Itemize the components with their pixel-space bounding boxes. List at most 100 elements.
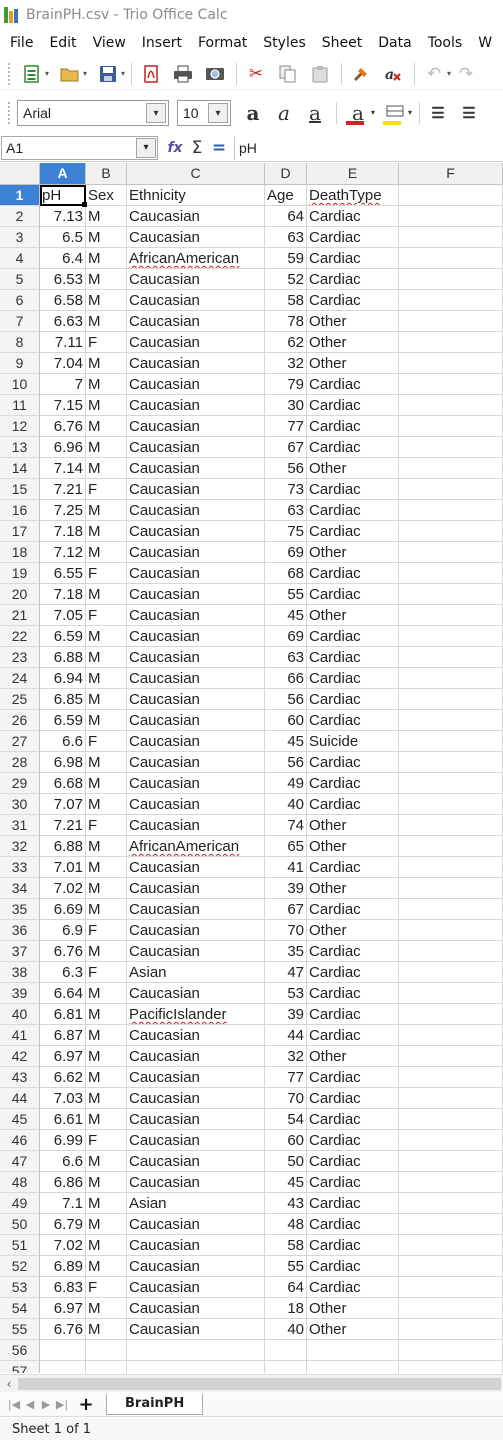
cell-d56[interactable]: [265, 1340, 307, 1361]
cell-a15[interactable]: 7.21: [40, 479, 86, 500]
cell-c41[interactable]: Caucasian: [127, 1025, 265, 1046]
cell-d11[interactable]: 30: [265, 395, 307, 416]
row-header[interactable]: 10: [0, 374, 40, 395]
cell-f36[interactable]: [399, 920, 503, 941]
cell-f15[interactable]: [399, 479, 503, 500]
row-header[interactable]: 55: [0, 1319, 40, 1340]
cell-d23[interactable]: 63: [265, 647, 307, 668]
cell-c47[interactable]: Caucasian: [127, 1151, 265, 1172]
cell-b54[interactable]: M: [86, 1298, 127, 1319]
cell-d12[interactable]: 77: [265, 416, 307, 437]
cell-c16[interactable]: Caucasian: [127, 500, 265, 521]
cell-a3[interactable]: 6.5: [40, 227, 86, 248]
cell-a22[interactable]: 6.59: [40, 626, 86, 647]
cell-c1[interactable]: Ethnicity: [127, 185, 265, 206]
cell-b23[interactable]: M: [86, 647, 127, 668]
row-header[interactable]: 32: [0, 836, 40, 857]
cell-d25[interactable]: 56: [265, 689, 307, 710]
cell-d37[interactable]: 35: [265, 941, 307, 962]
row-header[interactable]: 21: [0, 605, 40, 626]
cell-c26[interactable]: Caucasian: [127, 710, 265, 731]
cell-a47[interactable]: 6.6: [40, 1151, 86, 1172]
row-header[interactable]: 39: [0, 983, 40, 1004]
formula-equals-icon[interactable]: =: [208, 138, 230, 158]
cell-f12[interactable]: [399, 416, 503, 437]
cell-f52[interactable]: [399, 1256, 503, 1277]
cell-c2[interactable]: Caucasian: [127, 206, 265, 227]
cell-b20[interactable]: M: [86, 584, 127, 605]
cell-a13[interactable]: 6.96: [40, 437, 86, 458]
cell-a29[interactable]: 6.68: [40, 773, 86, 794]
cell-e48[interactable]: Cardiac: [307, 1172, 399, 1193]
cell-c56[interactable]: [127, 1340, 265, 1361]
row-header[interactable]: 6: [0, 290, 40, 311]
row-header[interactable]: 1: [0, 185, 40, 206]
cell-a33[interactable]: 7.01: [40, 857, 86, 878]
cell-f3[interactable]: [399, 227, 503, 248]
cell-b43[interactable]: M: [86, 1067, 127, 1088]
row-header[interactable]: 33: [0, 857, 40, 878]
cell-e10[interactable]: Cardiac: [307, 374, 399, 395]
cell-b49[interactable]: M: [86, 1193, 127, 1214]
cell-d36[interactable]: 70: [265, 920, 307, 941]
cell-b26[interactable]: M: [86, 710, 127, 731]
cell-e29[interactable]: Cardiac: [307, 773, 399, 794]
cell-f24[interactable]: [399, 668, 503, 689]
italic-icon[interactable]: a: [270, 100, 298, 126]
undo-icon[interactable]: ↶ ▾: [419, 61, 451, 87]
font-name-combobox[interactable]: Arial ▾: [17, 100, 169, 126]
cell-c35[interactable]: Caucasian: [127, 899, 265, 920]
cell-f54[interactable]: [399, 1298, 503, 1319]
cell-d57[interactable]: [265, 1361, 307, 1373]
cell-c51[interactable]: Caucasian: [127, 1235, 265, 1256]
cell-a37[interactable]: 6.76: [40, 941, 86, 962]
cell-f41[interactable]: [399, 1025, 503, 1046]
cell-f30[interactable]: [399, 794, 503, 815]
name-box[interactable]: A1 ▾: [1, 135, 158, 160]
cell-d48[interactable]: 45: [265, 1172, 307, 1193]
cell-d14[interactable]: 56: [265, 458, 307, 479]
row-header[interactable]: 40: [0, 1004, 40, 1025]
cell-b32[interactable]: M: [86, 836, 127, 857]
row-header[interactable]: 16: [0, 500, 40, 521]
cell-f56[interactable]: [399, 1340, 503, 1361]
cell-c49[interactable]: Asian: [127, 1193, 265, 1214]
cell-f27[interactable]: [399, 731, 503, 752]
cell-c46[interactable]: Caucasian: [127, 1130, 265, 1151]
redo-icon[interactable]: ↷: [451, 61, 481, 87]
cell-d19[interactable]: 68: [265, 563, 307, 584]
cell-d39[interactable]: 53: [265, 983, 307, 1004]
cell-a4[interactable]: 6.4: [40, 248, 86, 269]
cell-e18[interactable]: Other: [307, 542, 399, 563]
cell-f48[interactable]: [399, 1172, 503, 1193]
cell-a56[interactable]: [40, 1340, 86, 1361]
background-color-icon[interactable]: ▾: [378, 100, 412, 126]
cell-a52[interactable]: 6.89: [40, 1256, 86, 1277]
cell-a39[interactable]: 6.64: [40, 983, 86, 1004]
cell-e39[interactable]: Cardiac: [307, 983, 399, 1004]
cell-e30[interactable]: Cardiac: [307, 794, 399, 815]
cell-f51[interactable]: [399, 1235, 503, 1256]
cell-c23[interactable]: Caucasian: [127, 647, 265, 668]
cell-e36[interactable]: Other: [307, 920, 399, 941]
menu-data[interactable]: Data: [370, 35, 419, 51]
cell-d15[interactable]: 73: [265, 479, 307, 500]
cell-e49[interactable]: Cardiac: [307, 1193, 399, 1214]
cell-b44[interactable]: M: [86, 1088, 127, 1109]
cell-f9[interactable]: [399, 353, 503, 374]
cell-c22[interactable]: Caucasian: [127, 626, 265, 647]
cell-a9[interactable]: 7.04: [40, 353, 86, 374]
cell-c50[interactable]: Caucasian: [127, 1214, 265, 1235]
cell-e6[interactable]: Cardiac: [307, 290, 399, 311]
cell-e13[interactable]: Cardiac: [307, 437, 399, 458]
cell-e42[interactable]: Other: [307, 1046, 399, 1067]
cell-a43[interactable]: 6.62: [40, 1067, 86, 1088]
row-header[interactable]: 20: [0, 584, 40, 605]
cell-e54[interactable]: Other: [307, 1298, 399, 1319]
row-header[interactable]: 45: [0, 1109, 40, 1130]
menu-styles[interactable]: Styles: [255, 35, 313, 51]
cell-c48[interactable]: Caucasian: [127, 1172, 265, 1193]
cell-c39[interactable]: Caucasian: [127, 983, 265, 1004]
row-header[interactable]: 29: [0, 773, 40, 794]
cell-d34[interactable]: 39: [265, 878, 307, 899]
